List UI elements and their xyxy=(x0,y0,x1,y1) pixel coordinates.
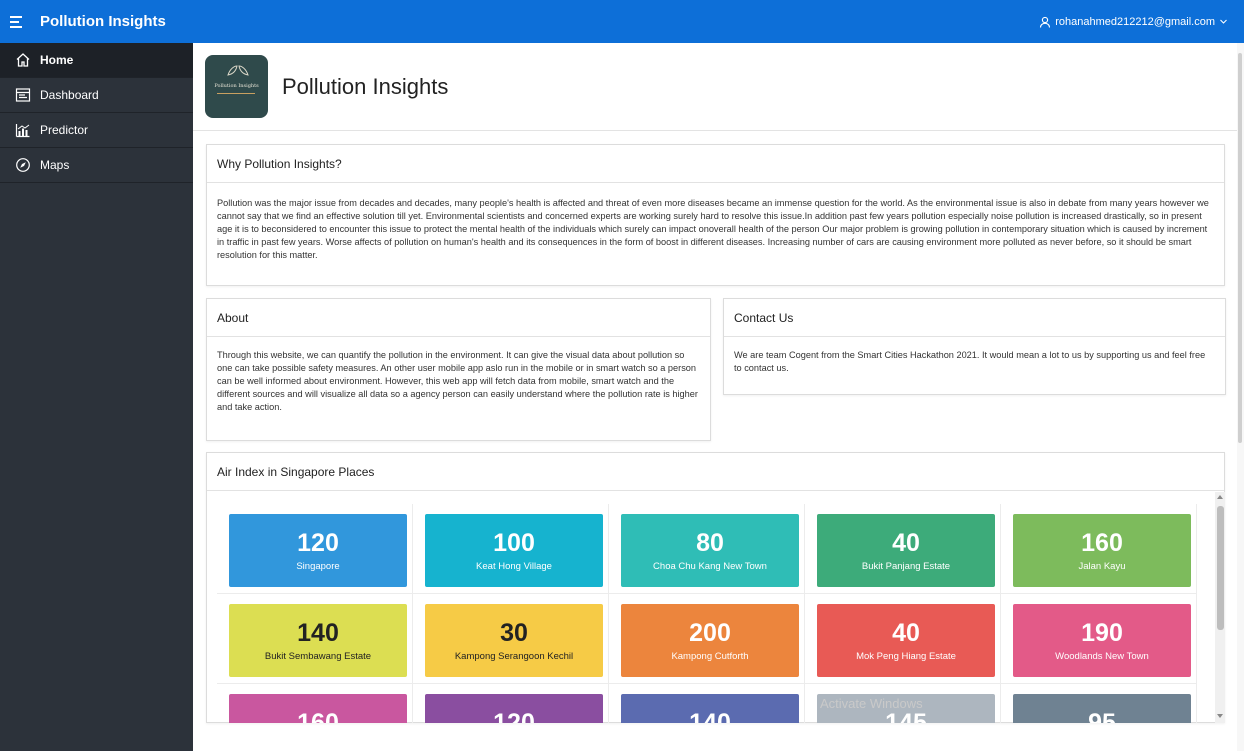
air-index-value: 100 xyxy=(493,529,535,557)
user-icon xyxy=(1040,16,1051,28)
air-index-place: Woodlands New Town xyxy=(1055,651,1149,662)
air-index-place: Kampong Serangoon Kechil xyxy=(454,651,574,662)
contact-card: Contact Us We are team Cogent from the S… xyxy=(723,298,1226,395)
page-header: Pollution Insights Pollution Insights xyxy=(193,43,1237,131)
about-text: Through this website, we can quantify th… xyxy=(217,350,698,412)
home-icon xyxy=(14,51,32,69)
sidebar-item-label: Predictor xyxy=(40,123,89,137)
air-index-tile[interactable]: 100 Keat Hong Village xyxy=(425,514,603,587)
air-index-tile[interactable]: 120 Singapore xyxy=(229,514,407,587)
air-index-value: 120 xyxy=(297,529,339,557)
air-index-card: Air Index in Singapore Places 120 Singapo… xyxy=(206,452,1225,723)
main-content: Pollution Insights Pollution Insights Wh… xyxy=(193,43,1244,751)
air-index-place: Keat Hong Village xyxy=(476,561,552,572)
sidebar-item-predictor[interactable]: Predictor xyxy=(0,113,193,148)
air-index-cell: 120 xyxy=(413,684,609,723)
air-index-value: 80 xyxy=(696,529,724,557)
air-index-cell: 30 Kampong Serangoon Kechil xyxy=(413,594,609,684)
tiles-scrollbar[interactable] xyxy=(1215,492,1225,723)
chart-icon xyxy=(14,121,32,139)
air-index-cell: 40 Mok Peng Hiang Estate xyxy=(805,594,1001,684)
air-index-value: 40 xyxy=(892,529,920,557)
sidebar-item-maps[interactable]: Maps xyxy=(0,148,193,183)
user-menu[interactable]: rohanahmed212212@gmail.com xyxy=(1039,0,1228,43)
compass-icon xyxy=(14,156,32,174)
air-index-place: Mok Peng Hiang Estate xyxy=(856,651,956,662)
sidebar-item-home[interactable]: Home xyxy=(0,43,193,78)
air-index-tile[interactable]: 200 Kampong Cutforth xyxy=(621,604,799,677)
contact-heading: Contact Us xyxy=(724,299,1225,337)
air-index-tile[interactable]: 140 xyxy=(621,694,799,723)
about-heading: About xyxy=(207,299,710,337)
air-index-place: Jalan Kayu xyxy=(1078,561,1126,572)
air-index-cell: 140 Bukit Sembawang Estate xyxy=(217,594,413,684)
air-index-value: 40 xyxy=(892,619,920,647)
sidebar-item-label: Maps xyxy=(40,158,70,172)
air-index-cell: 140 xyxy=(609,684,805,723)
top-bar: Pollution Insights rohanahmed212212@gmai… xyxy=(0,0,1244,43)
air-index-tile[interactable]: 95 xyxy=(1013,694,1191,723)
leaf-icon xyxy=(227,65,249,76)
sidebar-item-label: Home xyxy=(40,53,74,67)
air-index-value: 30 xyxy=(500,619,528,647)
air-index-place: Singapore xyxy=(296,561,340,572)
air-index-place: Choa Chu Kang New Town xyxy=(653,561,767,572)
air-index-tile[interactable]: 190 Woodlands New Town xyxy=(1013,604,1191,677)
air-index-tile[interactable]: 80 Choa Chu Kang New Town xyxy=(621,514,799,587)
air-index-place: Bukit Panjang Estate xyxy=(861,561,951,572)
air-index-cell: 160 Jalan Kayu xyxy=(1001,504,1197,594)
air-index-value: 160 xyxy=(1081,529,1123,557)
air-index-tile[interactable]: 120 xyxy=(425,694,603,723)
contact-text: We are team Cogent from the Smart Cities… xyxy=(734,350,1206,373)
air-index-place: Kampong Cutforth xyxy=(671,651,749,662)
scroll-up-icon[interactable] xyxy=(1217,495,1223,499)
air-index-tile[interactable]: 160 Jalan Kayu xyxy=(1013,514,1191,587)
dashboard-icon xyxy=(14,86,32,104)
user-email: rohanahmed212212@gmail.com xyxy=(1055,15,1215,28)
air-index-value: 140 xyxy=(297,619,339,647)
air-index-value: 95 xyxy=(1088,709,1116,723)
air-index-tile[interactable]: 160 xyxy=(229,694,407,723)
why-card: Why Pollution Insights? Pollution was th… xyxy=(206,144,1225,286)
scroll-down-icon[interactable] xyxy=(1217,714,1223,718)
air-index-tile[interactable]: 140 Bukit Sembawang Estate xyxy=(229,604,407,677)
app-logo: Pollution Insights xyxy=(205,55,268,118)
air-index-tile[interactable]: 40 Mok Peng Hiang Estate xyxy=(817,604,995,677)
air-index-cell: 190 Woodlands New Town xyxy=(1001,594,1197,684)
scroll-thumb[interactable] xyxy=(1217,506,1224,630)
sidebar-item-label: Dashboard xyxy=(40,88,99,102)
air-index-heading: Air Index in Singapore Places xyxy=(207,453,1224,491)
about-card: About Through this website, we can quant… xyxy=(206,298,711,441)
air-index-value: 200 xyxy=(689,619,731,647)
logo-text: Pollution Insights xyxy=(214,83,259,89)
air-index-cell: 95 xyxy=(1001,684,1197,723)
air-index-grid: 120 Singapore 100 Keat Hong Village 80 Choa C… xyxy=(207,492,1213,723)
air-index-cell: 40 Bukit Panjang Estate xyxy=(805,504,1001,594)
page-title: Pollution Insights xyxy=(282,73,449,99)
chevron-down-icon xyxy=(1220,19,1227,24)
air-index-cell: 200 Kampong Cutforth xyxy=(609,594,805,684)
air-index-cell: 80 Choa Chu Kang New Town xyxy=(609,504,805,594)
why-heading: Why Pollution Insights? xyxy=(207,145,1224,183)
page-scroll-thumb[interactable] xyxy=(1238,53,1242,443)
air-index-tile[interactable]: 30 Kampong Serangoon Kechil xyxy=(425,604,603,677)
air-index-cell: 120 Singapore xyxy=(217,504,413,594)
sidebar: Home Dashboard Predictor Maps xyxy=(0,43,193,751)
windows-watermark: Activate Windows xyxy=(820,696,923,711)
air-index-cell: 100 Keat Hong Village xyxy=(413,504,609,594)
sidebar-item-dashboard[interactable]: Dashboard xyxy=(0,78,193,113)
air-index-value: 120 xyxy=(493,709,535,723)
air-index-value: 140 xyxy=(689,709,731,723)
app-title[interactable]: Pollution Insights xyxy=(40,13,166,30)
air-index-value: 190 xyxy=(1081,619,1123,647)
page-scrollbar[interactable] xyxy=(1237,43,1244,751)
air-index-tile[interactable]: 40 Bukit Panjang Estate xyxy=(817,514,995,587)
menu-toggle-button[interactable] xyxy=(10,9,36,35)
why-text: Pollution was the major issue from decad… xyxy=(217,198,1209,260)
air-index-value: 160 xyxy=(297,709,339,723)
air-index-cell: 160 xyxy=(217,684,413,723)
air-index-place: Bukit Sembawang Estate xyxy=(264,651,372,662)
